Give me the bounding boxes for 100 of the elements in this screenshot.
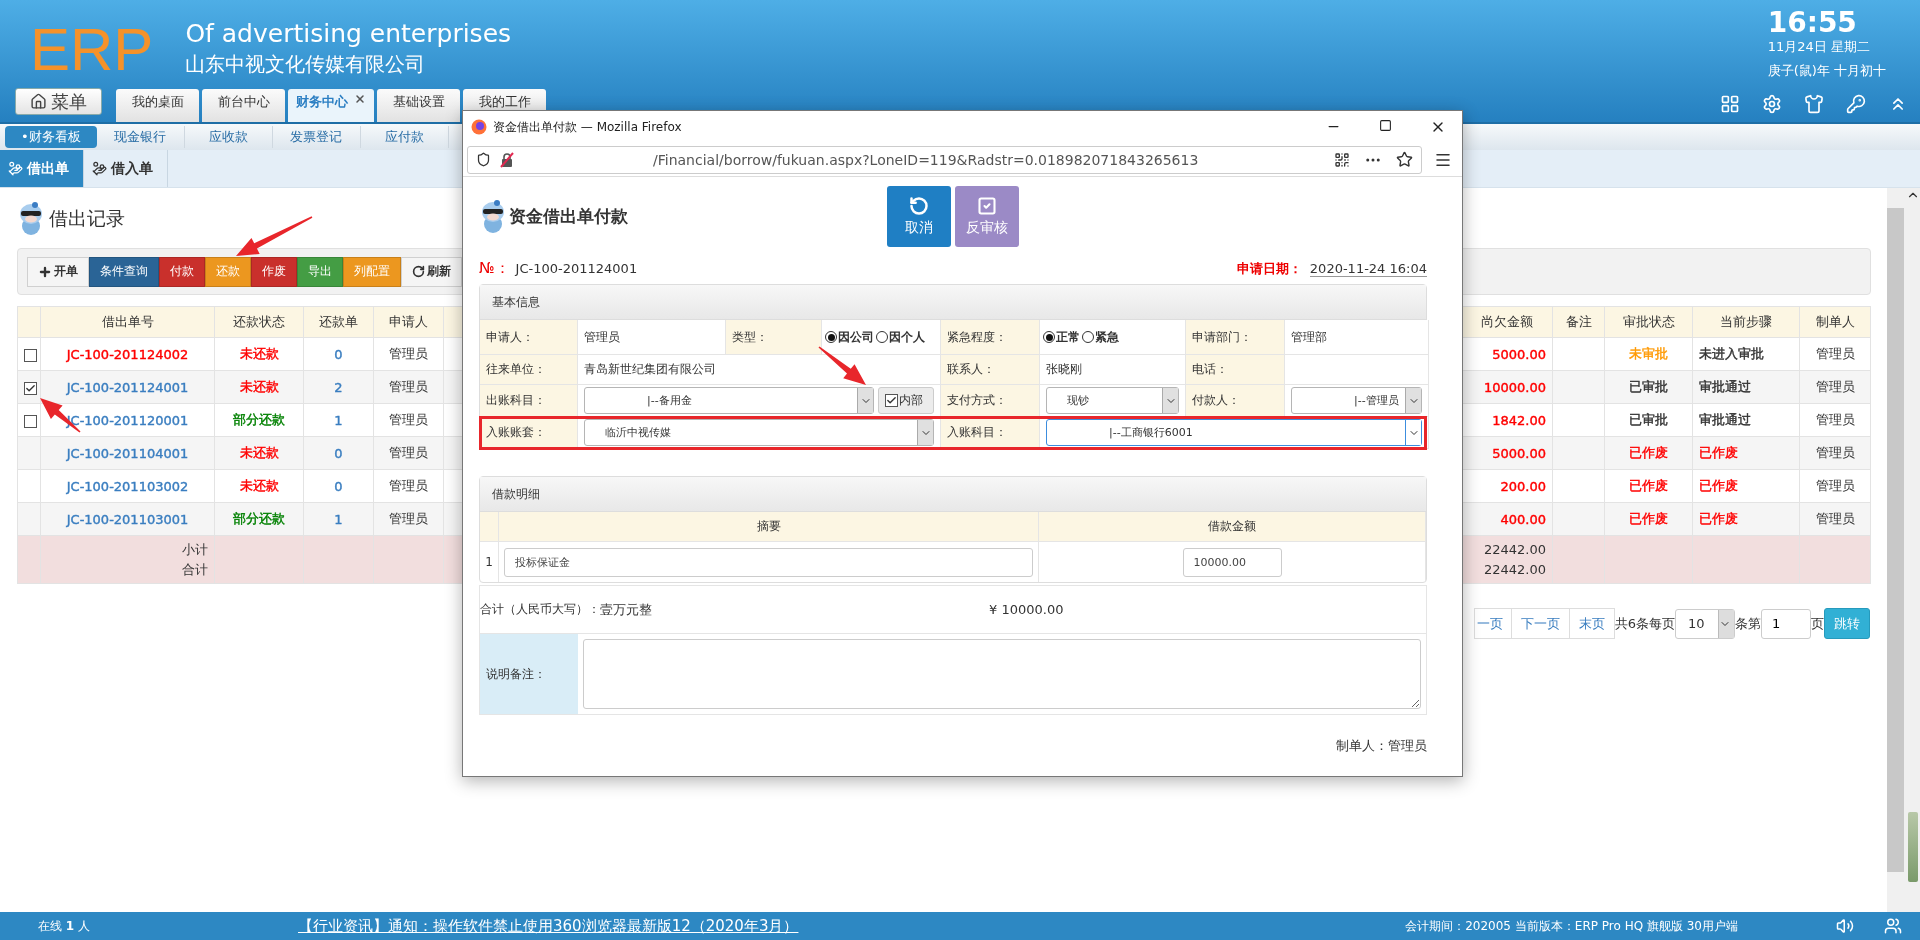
- radio-option[interactable]: 正常: [1043, 328, 1080, 346]
- amount-cell: 400.00: [1500, 511, 1546, 527]
- settings-icon[interactable]: [1762, 94, 1782, 114]
- repay-count-link[interactable]: 0: [334, 346, 343, 362]
- remark-field[interactable]: [583, 639, 1421, 709]
- repay-count-link[interactable]: 2: [334, 379, 343, 395]
- users-icon[interactable]: [1884, 917, 1902, 935]
- plus-icon: [38, 264, 52, 279]
- toolbar-button[interactable]: 导出: [297, 256, 343, 287]
- maximize-icon[interactable]: [1379, 119, 1392, 132]
- check-icon: [25, 382, 36, 394]
- table-cell: 管理员: [389, 379, 428, 394]
- repay-status: 未还款: [239, 478, 279, 493]
- clock-date: 11月24日 星期二: [1767, 38, 1871, 56]
- page-tab[interactable]: 借出单: [0, 150, 84, 187]
- column-header: 摘要: [756, 518, 781, 535]
- sub-nav-item[interactable]: •财务看板: [5, 126, 97, 148]
- main-tab[interactable]: 财务中心: [288, 89, 374, 122]
- approval-status: 已作废: [1629, 478, 1668, 493]
- table-cell: 管理员: [1815, 445, 1855, 460]
- refresh-icon: [412, 265, 425, 278]
- select-field[interactable]: |--管理员: [1291, 387, 1422, 414]
- page-size-select[interactable]: 10: [1675, 608, 1735, 639]
- field-label: 申请人：: [486, 328, 534, 346]
- next-page-button[interactable]: 下一页: [1510, 608, 1570, 639]
- table-cell: 管理员: [1815, 379, 1855, 394]
- company-name: 山东中视文化传媒有限公司: [185, 51, 427, 78]
- star-icon[interactable]: [1396, 151, 1413, 168]
- sub-nav-item[interactable]: 现金银行: [96, 126, 185, 148]
- grid-icon[interactable]: [1720, 94, 1740, 114]
- select-field[interactable]: 临沂中视传媒: [584, 419, 934, 446]
- shield-icon: [476, 152, 491, 167]
- main-tab[interactable]: 前台中心: [202, 89, 285, 122]
- total-in-words: 壹万元整: [600, 600, 652, 619]
- field-label: 付款人：: [1192, 392, 1240, 409]
- select-field[interactable]: 现钞: [1046, 387, 1179, 414]
- notice-link[interactable]: 【行业资讯】通知：操作软件禁止使用360浏览器最新版12（2020年3月）: [298, 916, 799, 936]
- action-button[interactable]: 取消: [887, 186, 951, 247]
- sub-nav-item[interactable]: 应付款: [360, 126, 449, 148]
- prev-page-button[interactable]: 一页: [1473, 608, 1512, 639]
- page-input[interactable]: 1: [1761, 608, 1811, 639]
- table-cell: 管理员: [1815, 478, 1855, 493]
- repay-count-link[interactable]: 0: [334, 445, 343, 461]
- table-cell: 管理员: [1815, 412, 1855, 427]
- radio-option[interactable]: 因公司: [825, 328, 874, 346]
- column-header: 还款单: [319, 314, 358, 329]
- total-label: 合计: [182, 560, 208, 579]
- amount-cell: 5000.00: [1492, 346, 1546, 362]
- toolbar-button[interactable]: 条件查询: [89, 256, 159, 287]
- speaker-icon[interactable]: [1836, 917, 1854, 935]
- go-button[interactable]: 跳转: [1824, 608, 1870, 639]
- toolbar-button[interactable]: 付款: [159, 256, 205, 287]
- key-icon[interactable]: [1846, 94, 1866, 114]
- qr-code-icon[interactable]: [1334, 151, 1350, 168]
- repay-status: 部分还款: [233, 511, 285, 526]
- amount-input[interactable]: 10000.00: [1182, 547, 1282, 577]
- summary-input[interactable]: 投标保证金: [504, 547, 1033, 577]
- lunar-date: 庚子(鼠)年 十月初十: [1767, 62, 1886, 80]
- table-cell: 管理员: [389, 478, 428, 493]
- menu-button[interactable]: 菜单: [15, 88, 102, 115]
- toolbar-button[interactable]: 作废: [251, 256, 297, 287]
- sub-nav-item[interactable]: 发票登记: [272, 126, 361, 148]
- panel-heading: 基本信息: [492, 293, 540, 311]
- toolbar-button[interactable]: 刷新: [401, 256, 462, 287]
- internal-checkbox[interactable]: 内部: [878, 387, 934, 414]
- main-tab[interactable]: 基础设置: [377, 89, 460, 122]
- row-checkbox[interactable]: [24, 381, 37, 395]
- field-value: 青岛新世纪集团有限公司: [584, 361, 716, 378]
- check-square-icon: [977, 196, 997, 216]
- sub-nav-item[interactable]: 应收款: [184, 126, 273, 148]
- current-step: 已作废: [1699, 445, 1738, 460]
- shirt-icon[interactable]: [1804, 94, 1824, 114]
- scrollbar-thumb[interactable]: [1887, 208, 1904, 872]
- table-cell: 管理员: [389, 511, 428, 526]
- row-checkbox[interactable]: [24, 414, 37, 428]
- repay-count-link[interactable]: 1: [334, 412, 343, 428]
- annotation-arrow: [818, 346, 866, 385]
- address-bar[interactable]: /Financial/borrow/fukuan.aspx?LoneID=119&Radstr=0.018982071843265613: [467, 145, 1422, 174]
- close-icon[interactable]: [354, 93, 366, 105]
- document-number: JC-100-201124001: [515, 261, 638, 276]
- current-step: 审批通过: [1699, 379, 1751, 394]
- action-button[interactable]: 反审核: [955, 186, 1019, 247]
- repay-status: 未还款: [239, 445, 279, 460]
- subtotal-label: 小计: [182, 540, 208, 559]
- toolbar-button[interactable]: 开单: [27, 256, 89, 287]
- page-tab[interactable]: 借入单: [84, 150, 168, 187]
- column-header: 备注: [1565, 314, 1592, 329]
- row-checkbox[interactable]: [24, 348, 37, 362]
- browser-logo-icon: [471, 119, 487, 135]
- radio-option[interactable]: 因个人: [876, 328, 925, 346]
- date-label: 申请日期：: [1236, 261, 1302, 276]
- select-field[interactable]: |--备用金: [584, 387, 874, 414]
- last-page-button[interactable]: 末页: [1568, 608, 1615, 639]
- radio-option[interactable]: 紧急: [1082, 328, 1119, 346]
- main-tab[interactable]: 我的桌面: [116, 89, 199, 122]
- maker-text: 制单人：管理员: [1336, 738, 1427, 753]
- repay-count-link[interactable]: 1: [334, 511, 343, 527]
- repay-count-link[interactable]: 0: [334, 478, 343, 494]
- table-cell: 管理员: [389, 412, 428, 427]
- select-field[interactable]: |--工商银行6001: [1046, 419, 1422, 446]
